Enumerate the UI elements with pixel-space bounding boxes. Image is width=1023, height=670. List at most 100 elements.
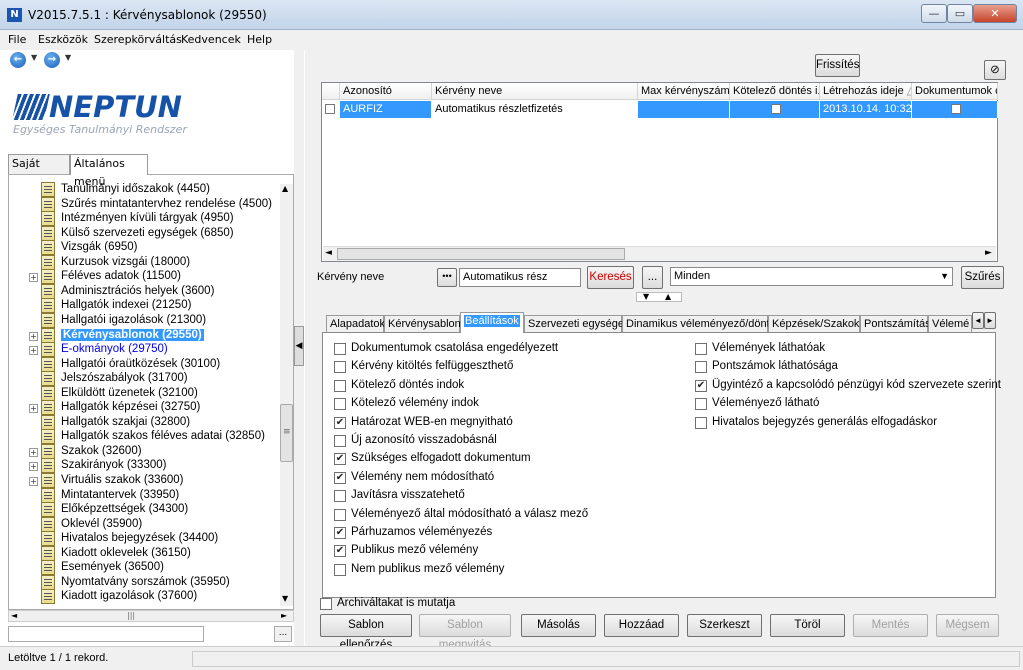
scroll-up-icon[interactable]: ▲: [282, 184, 288, 193]
setting-checkbox[interactable]: [334, 490, 346, 503]
delete-button[interactable]: Töröl: [770, 614, 845, 637]
grid-horizontal-scrollbar[interactable]: ◄ ►: [323, 246, 996, 261]
expand-icon[interactable]: +: [29, 462, 38, 472]
open-template-button[interactable]: Sablon megnyitás: [419, 614, 511, 651]
grid-scroll-left-icon[interactable]: ◄: [325, 248, 332, 258]
scroll-left-icon[interactable]: ◄: [11, 611, 17, 620]
tab-org-units[interactable]: Szervezeti egységek: [524, 315, 630, 333]
menu-role-switch[interactable]: Szerepkörváltás: [94, 33, 182, 46]
expand-icon[interactable]: +: [29, 273, 38, 283]
scroll-down-icon[interactable]: ▼: [282, 594, 288, 603]
documents-checkbox[interactable]: [951, 104, 961, 114]
tree-item[interactable]: Kiadott igazolások (37600): [9, 589, 289, 605]
grid-scroll-right-icon[interactable]: ►: [985, 248, 992, 258]
col-header-max[interactable]: Max kérvényszám: [638, 83, 730, 100]
tab-own-menu[interactable]: Saját menü: [8, 154, 70, 188]
setting-checkbox[interactable]: [334, 361, 346, 374]
forward-dropdown-icon[interactable]: ▼: [65, 53, 71, 62]
tree-horizontal-scrollbar[interactable]: ◄ ||| ►: [8, 610, 294, 622]
refresh-button[interactable]: Frissítés: [815, 54, 860, 77]
filter-button[interactable]: Szűrés: [961, 266, 1004, 289]
menu-search-button[interactable]: ...: [274, 626, 292, 642]
setting-checkbox[interactable]: [695, 416, 707, 429]
cancel-button[interactable]: Mégsem: [936, 614, 999, 637]
col-header-documents[interactable]: Dokumentumok c...: [912, 83, 998, 100]
setting-checkbox[interactable]: [695, 343, 707, 355]
tree-scroll-thumb[interactable]: ≡: [280, 404, 293, 462]
setting-checkbox[interactable]: [334, 343, 346, 355]
edit-button[interactable]: Szerkeszt: [687, 614, 762, 637]
setting-checkbox[interactable]: [334, 435, 346, 447]
grid-scroll-thumb[interactable]: [337, 248, 625, 260]
cell-max[interactable]: [638, 101, 730, 118]
copy-button[interactable]: Másolás: [521, 614, 596, 637]
pin-icon[interactable]: ⊘: [984, 60, 1006, 80]
save-button[interactable]: Mentés: [853, 614, 928, 637]
filter-name-input[interactable]: Automatikus rész: [459, 268, 581, 287]
setting-checkbox[interactable]: [695, 361, 707, 374]
cell-decision[interactable]: [730, 101, 820, 118]
decision-checkbox[interactable]: [771, 104, 781, 114]
tabs-scroll-right-icon[interactable]: ►: [984, 312, 996, 329]
back-arrow-icon[interactable]: ←: [10, 52, 26, 68]
setting-checkbox[interactable]: [334, 563, 346, 576]
cell-created[interactable]: 2013.10.14. 10:32:5: [820, 101, 912, 118]
tab-scoring[interactable]: Pontszámítás: [860, 315, 931, 333]
tabs-scroll-left-icon[interactable]: ◄: [972, 312, 984, 329]
tab-settings[interactable]: Beállítások: [460, 312, 524, 333]
setting-checkbox[interactable]: ✔: [334, 471, 346, 484]
back-dropdown-icon[interactable]: ▼: [31, 53, 37, 62]
setting-checkbox[interactable]: ✔: [334, 416, 346, 429]
expand-icon[interactable]: +: [29, 447, 38, 457]
menu-search-input[interactable]: [8, 626, 204, 642]
menu-file[interactable]: File: [8, 33, 26, 46]
menu-tools[interactable]: Eszközök: [38, 33, 88, 46]
setting-checkbox[interactable]: ✔: [334, 545, 346, 558]
collapse-down-icon[interactable]: ▼: [643, 293, 649, 301]
setting-checkbox[interactable]: ✔: [334, 453, 346, 466]
setting-checkbox[interactable]: ✔: [334, 527, 346, 539]
close-button[interactable]: ✕: [973, 4, 1017, 23]
filter-mode-button[interactable]: •••: [437, 268, 457, 287]
forward-arrow-icon[interactable]: →: [44, 52, 60, 68]
col-header-decision[interactable]: Kötelező döntés i...: [730, 83, 820, 100]
minimize-button[interactable]: —: [921, 4, 947, 23]
menu-help[interactable]: Help: [247, 33, 272, 46]
col-header-id[interactable]: Azonosító: [340, 83, 432, 100]
col-header-created[interactable]: Létrehozás ideje △: [820, 83, 912, 100]
setting-checkbox[interactable]: [334, 379, 346, 392]
setting-checkbox[interactable]: [334, 508, 346, 521]
check-template-button[interactable]: Sablon ellenőrzés: [320, 614, 412, 651]
filter-combo[interactable]: Minden ▼: [670, 267, 953, 286]
scroll-right-icon[interactable]: ►: [281, 611, 287, 620]
cell-documents[interactable]: [912, 101, 998, 118]
expand-icon[interactable]: +: [29, 331, 38, 341]
tab-basic-data[interactable]: Alapadatok: [326, 315, 385, 333]
col-header-name[interactable]: Kérvény neve: [432, 83, 638, 100]
tab-general-menu[interactable]: Általános menü: [70, 154, 148, 188]
cell-name[interactable]: Automatikus részletfizetés: [432, 101, 638, 118]
setting-checkbox[interactable]: ✔: [695, 379, 707, 392]
expand-icon[interactable]: +: [29, 404, 38, 414]
tab-dynamic-reviewer[interactable]: Dinamikus véleményező/döntő: [622, 315, 776, 333]
chevron-down-icon[interactable]: ▼: [940, 268, 949, 285]
collapse-left-icon[interactable]: ◀: [294, 326, 304, 366]
expand-icon[interactable]: +: [29, 346, 38, 356]
tree-vertical-scrollbar[interactable]: ▲ ≡ ▼: [280, 184, 293, 606]
expand-icon[interactable]: +: [29, 477, 38, 486]
cell-id[interactable]: AURFIZ: [340, 101, 432, 118]
setting-checkbox[interactable]: [695, 398, 707, 411]
filter-ellipsis-button[interactable]: ...: [642, 266, 663, 289]
tab-template[interactable]: Kérvénysablon: [384, 315, 461, 333]
menu-favorites[interactable]: Kedvencek: [181, 33, 241, 46]
panel-collapse-control[interactable]: ▼ ▲: [636, 292, 682, 302]
search-button[interactable]: Keresés: [587, 266, 634, 289]
tab-trainings[interactable]: Képzések/Szakok: [768, 315, 860, 333]
maximize-button[interactable]: ▭: [947, 4, 973, 23]
archive-checkbox[interactable]: [320, 598, 332, 610]
collapse-up-icon[interactable]: ▲: [665, 293, 671, 301]
row-checkbox[interactable]: [325, 104, 335, 114]
add-button[interactable]: Hozzáad: [604, 614, 679, 637]
tab-reviews[interactable]: Vélemé: [928, 315, 972, 333]
setting-checkbox[interactable]: [334, 398, 346, 411]
